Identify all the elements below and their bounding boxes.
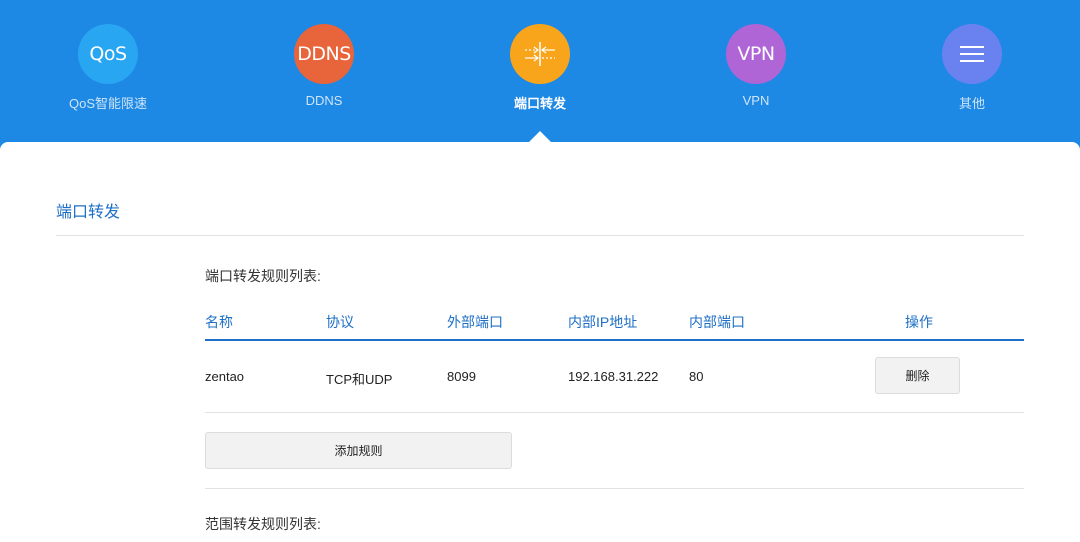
column-header-internal-ip: 内部IP地址: [568, 314, 638, 330]
cell-name: zentao: [205, 369, 245, 384]
menu-icon: [942, 24, 1002, 84]
active-tab-pointer: [529, 131, 551, 142]
nav-label-other: 其他: [958, 96, 985, 111]
delete-rule-button[interactable]: 删除: [875, 357, 960, 394]
port-forward-icon: [510, 24, 570, 84]
column-header-external-port: 外部端口: [447, 314, 503, 330]
vpn-icon: VPN: [726, 24, 786, 84]
range-rules-title: 范围转发规则列表:: [205, 516, 321, 532]
content-panel: 端口转发 端口转发规则列表: 名称 协议 外部端口 内部IP地址 内部端口 操作…: [0, 142, 1080, 542]
port-rules-title: 端口转发规则列表:: [205, 268, 321, 284]
port-rules-table-header: 名称 协议 外部端口 内部IP地址 内部端口 操作: [205, 307, 1024, 341]
nav-item-other[interactable]: 其他: [912, 24, 1032, 112]
nav-label-ddns: DDNS: [305, 93, 343, 108]
column-header-internal-port: 内部端口: [689, 314, 745, 330]
column-header-name: 名称: [205, 314, 233, 330]
section-title: 端口转发: [56, 204, 121, 221]
cell-internal-port: 80: [689, 369, 704, 384]
nav-item-vpn[interactable]: VPN VPN: [696, 24, 816, 108]
cell-internal-ip: 192.168.31.222: [568, 369, 659, 384]
cell-external-port: 8099: [447, 369, 476, 384]
add-rule-button[interactable]: 添加规则: [205, 432, 512, 469]
section-divider: [56, 235, 1024, 236]
nav-label-vpn: VPN: [742, 93, 770, 108]
column-header-action: 操作: [905, 314, 933, 330]
nav-label-port-forward: 端口转发: [513, 96, 566, 111]
table-row: zentao TCP和UDP 8099 192.168.31.222 80 删除: [205, 341, 1024, 413]
nav-label-qos: QoS智能限速: [68, 96, 147, 111]
nav-item-ddns[interactable]: DDNS DDNS: [264, 24, 384, 108]
section-divider-range: [205, 488, 1024, 489]
nav-item-qos[interactable]: QoS QoS智能限速: [48, 24, 168, 112]
cell-protocol: TCP和UDP: [326, 372, 393, 387]
nav-item-port-forward[interactable]: 端口转发: [480, 24, 600, 112]
ddns-icon: DDNS: [294, 24, 354, 84]
qos-icon: QoS: [78, 24, 138, 84]
top-navigation: QoS QoS智能限速 DDNS DDNS 端口转发 VPN VPN 其他: [0, 0, 1080, 142]
column-header-protocol: 协议: [326, 314, 354, 330]
